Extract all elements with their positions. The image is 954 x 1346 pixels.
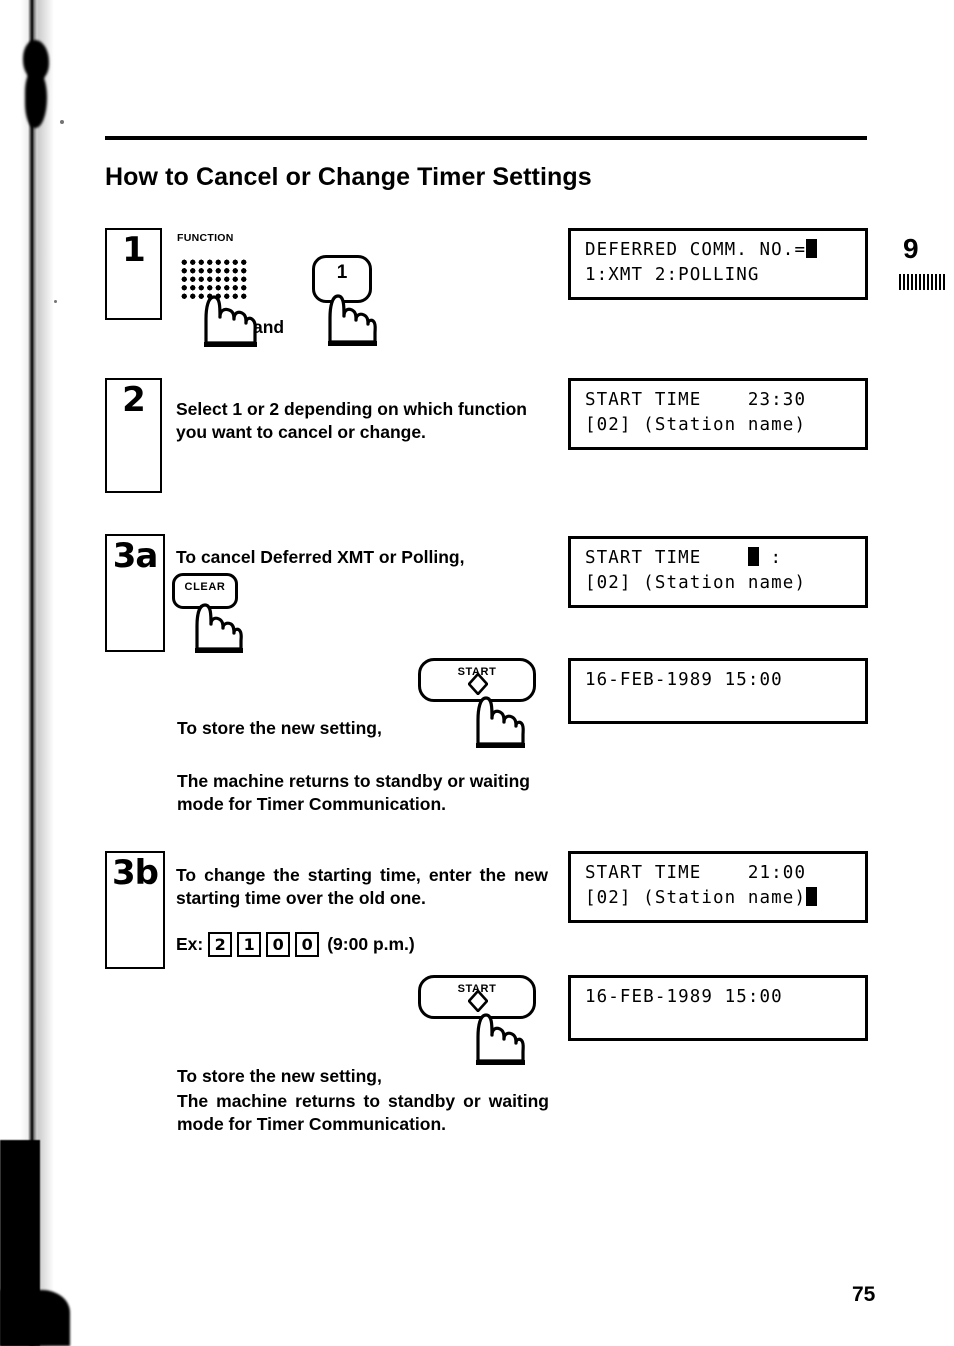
lcd-line: [02] (Station name) (585, 571, 853, 596)
step-number-box-3a: 3a (105, 534, 165, 652)
page-title: How to Cancel or Change Timer Settings (105, 163, 592, 191)
lcd-line: 16-FEB-1989 15:00 (585, 668, 853, 693)
lcd-text: DEFERRED COMM. NO.= (585, 240, 807, 260)
step-number-label: 2 (122, 380, 146, 420)
step2-instruction: Select 1 or 2 depending on which functio… (176, 399, 527, 443)
lcd-text: 16-FEB-1989 15:00 (585, 987, 783, 1007)
example-digit-key[interactable]: 2 (208, 932, 233, 957)
lcd-display-step3b-standby: 16-FEB-1989 15:00 (568, 975, 868, 1041)
example-tail-label: (9:00 p.m.) (327, 934, 415, 954)
lcd-cursor-block (806, 239, 818, 258)
lcd-display-step3b: START TIME 21:00 [02] (Station name) (568, 851, 868, 923)
lcd-line: START TIME 21:00 (585, 861, 853, 886)
lcd-display-step2: START TIME 23:30 [02] (Station name) (568, 378, 868, 450)
scan-artifact-blob (0, 1290, 70, 1346)
scan-speck (60, 120, 64, 124)
step3b-store-instruction: To store the new setting, (177, 1066, 382, 1086)
lcd-display-step1: DEFERRED COMM. NO.= 1:XMT 2:POLLING (568, 228, 868, 300)
step-number-box-1: 1 (105, 228, 162, 320)
chapter-number: 9 (903, 233, 919, 264)
pressing-hand-icon (195, 603, 243, 653)
lcd-line: START TIME : (585, 546, 853, 571)
lcd-text: [02] (Station name) (585, 888, 807, 909)
pressing-hand-icon (328, 294, 377, 346)
step3b-example-row: Ex: 2 1 0 0 (9:00 p.m.) (176, 932, 415, 957)
number-key-1-label: 1 (336, 262, 348, 283)
conjunction-and: and (253, 317, 285, 337)
example-lead-label: Ex: (176, 934, 204, 954)
lcd-text: START TIME 23:30 (585, 390, 807, 410)
clear-button-label: CLEAR (184, 581, 226, 593)
lcd-cursor-block (747, 547, 759, 566)
lcd-display-step3a-standby: 16-FEB-1989 15:00 (568, 658, 868, 724)
step-number-box-3b: 3b (105, 851, 165, 969)
lcd-line: DEFERRED COMM. NO.= (585, 238, 853, 263)
lcd-text: [02] (Station name) (585, 573, 807, 594)
example-digit-key[interactable]: 1 (237, 932, 262, 957)
lcd-text: START TIME 21:00 (585, 863, 807, 883)
lcd-line: 16-FEB-1989 15:00 (585, 985, 853, 1010)
page-number: 75 (852, 1283, 876, 1306)
lcd-text: 16-FEB-1989 15:00 (585, 670, 783, 690)
lcd-line: START TIME 23:30 (585, 388, 853, 413)
header-rule (105, 136, 867, 140)
example-digit-key[interactable]: 0 (295, 932, 320, 957)
function-key-label: FUNCTION (177, 232, 234, 244)
pressing-hand-icon (476, 1013, 525, 1065)
step3a-instruction: To cancel Deferred XMT or Polling, (176, 547, 465, 567)
lcd-display-step3a: START TIME : [02] (Station name) (568, 536, 868, 608)
lcd-line: [02] (Station name) (585, 886, 853, 911)
step-number-label: 3b (112, 853, 159, 893)
step3a-result-text: The machine returns to standby or waitin… (177, 771, 530, 815)
lcd-text-suffix: : (758, 548, 783, 568)
step-number-box-2: 2 (105, 378, 162, 493)
scan-speck (54, 300, 57, 303)
chapter-tab-barcode (899, 274, 947, 290)
step-number-label: 3a (112, 536, 159, 576)
step3a-store-instruction: To store the new setting, (177, 718, 382, 738)
step3b-result-text: The machine returns to standby or waitin… (177, 1091, 549, 1135)
lcd-text: START TIME (585, 548, 748, 568)
manual-page: How to Cancel or Change Timer Settings 9… (0, 0, 954, 1346)
step-number-label: 1 (122, 230, 146, 270)
example-digit-key[interactable]: 0 (266, 932, 291, 957)
lcd-text: [02] (Station name) (585, 415, 807, 436)
lcd-cursor-block (806, 887, 818, 907)
lcd-line: [02] (Station name) (585, 413, 853, 438)
lcd-line: 1:XMT 2:POLLING (585, 263, 853, 288)
lcd-text: 1:XMT 2:POLLING (585, 265, 760, 286)
step3b-instruction: To change the starting time, enter the n… (176, 865, 548, 909)
